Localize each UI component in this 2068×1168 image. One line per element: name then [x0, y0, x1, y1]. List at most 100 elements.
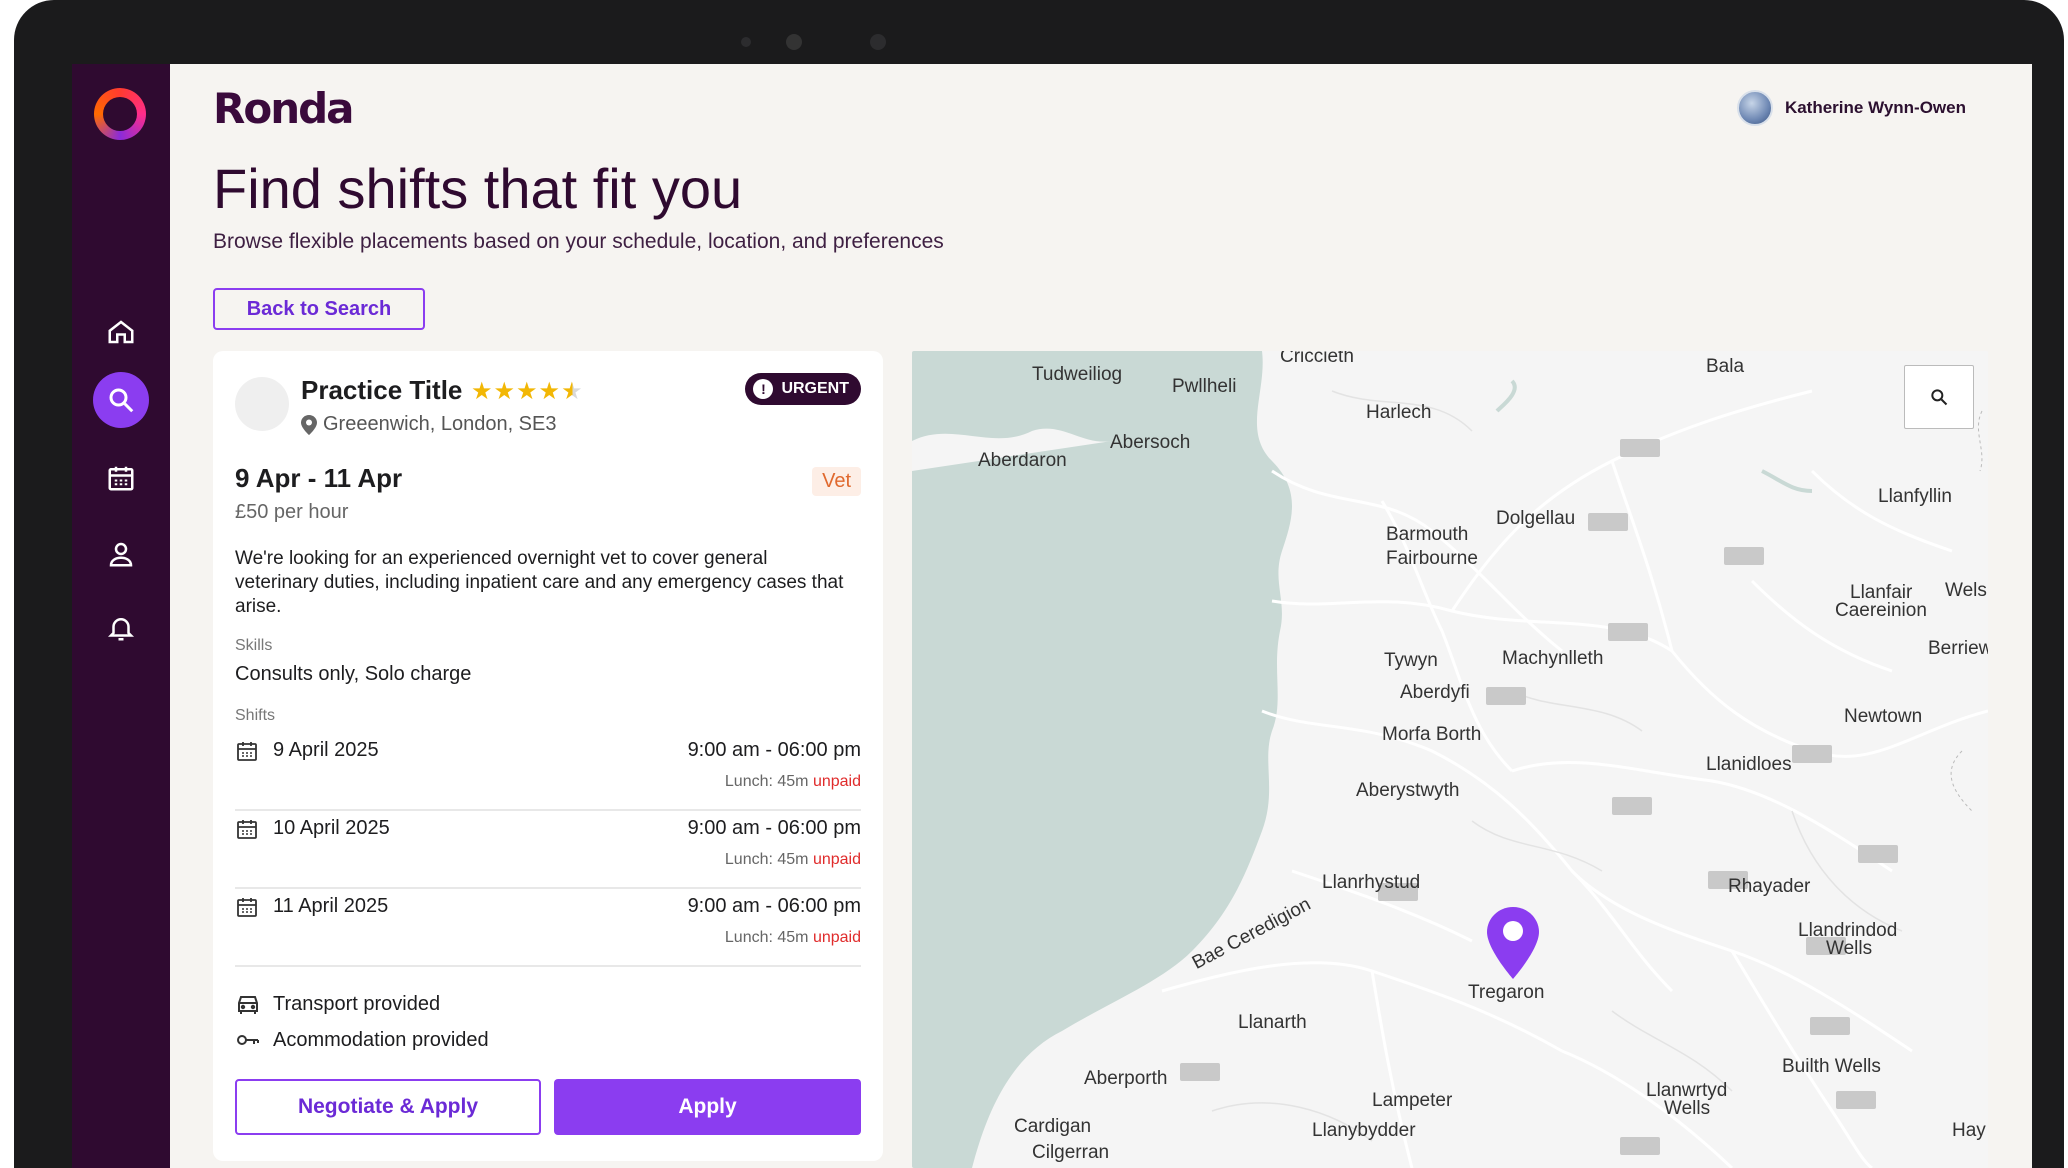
perk-label: Transport provided	[273, 992, 441, 1015]
avatar	[1736, 90, 1773, 126]
map-place-label: Hay	[1952, 1120, 1986, 1141]
road-badge	[1792, 745, 1832, 763]
map-place-label: Wells	[1826, 938, 1873, 959]
lunch-info: Lunch: 45m unpaid	[725, 851, 861, 869]
map-pin-icon[interactable]	[1487, 907, 1539, 979]
person-icon	[109, 542, 133, 567]
map-place-label: Tudweiliog	[1032, 364, 1123, 385]
urgent-label: URGENT	[781, 380, 849, 397]
map-place-label: Llanybydder	[1312, 1120, 1416, 1141]
nav-calendar[interactable]	[93, 450, 149, 506]
shift-description: We're looking for an experienced overnig…	[235, 548, 844, 617]
lunch-status: unpaid	[812, 851, 861, 868]
page-title: Find shifts that fit you	[213, 157, 743, 220]
apply-button[interactable]: Apply	[554, 1079, 861, 1135]
back-to-search-button[interactable]: Back to Search	[213, 288, 425, 330]
map-place-label: Tywyn	[1384, 650, 1438, 671]
map-place-label: Llanrhystud	[1322, 872, 1421, 893]
location-map[interactable]: Criccieth Tudweiliog Pwllheli Bala Harle…	[912, 351, 1988, 1168]
shift-date: 10 April 2025	[273, 817, 390, 839]
road-badge	[1836, 1091, 1876, 1109]
sensor-dot	[741, 37, 751, 47]
lunch-info: Lunch: 45m unpaid	[725, 773, 861, 791]
nav-profile[interactable]	[93, 526, 149, 582]
map-place-label: Harlech	[1366, 402, 1432, 423]
map-place-label: Barmouth	[1386, 524, 1469, 545]
map-search-button[interactable]	[1904, 365, 1974, 429]
shift-row: 9 April 2025 9:00 am - 06:00 pm Lunch: 4…	[235, 735, 861, 811]
shift-time: 9:00 am - 06:00 pm	[687, 817, 861, 839]
map-place-label: Aberporth	[1084, 1068, 1168, 1089]
map-place-label: Llanarth	[1238, 1012, 1307, 1033]
nav-search[interactable]	[93, 372, 149, 428]
star-icon: ★	[493, 378, 517, 405]
search-icon	[109, 388, 134, 413]
map-place-label: Aberdyfi	[1400, 682, 1470, 703]
shift-row: 11 April 2025 9:00 am - 06:00 pm Lunch: …	[235, 891, 861, 967]
road-badge	[1612, 797, 1652, 815]
search-icon	[1931, 389, 1948, 406]
shift-time: 9:00 am - 06:00 pm	[687, 895, 861, 917]
map-place-label: Rhayader	[1728, 876, 1811, 897]
skills-value: Consults only, Solo charge	[235, 663, 472, 685]
camera-lens	[786, 34, 802, 50]
role-tag: Vet	[812, 467, 861, 496]
calendar-icon	[237, 820, 257, 839]
shift-date-range: 9 Apr - 11 Apr	[235, 463, 403, 493]
pay-rate: £50 per hour	[235, 501, 349, 523]
sidebar	[72, 64, 170, 1168]
key-icon	[237, 1035, 259, 1045]
star-icon: ★	[538, 378, 562, 405]
shift-time: 9:00 am - 06:00 pm	[687, 739, 861, 761]
map-place-label: Pwllheli	[1172, 376, 1237, 397]
perk-transport: Transport provided	[235, 991, 440, 1017]
shift-listing-card: Practice Title ★★★★★ Greeenwich, London,…	[213, 351, 883, 1161]
half-star-icon: ★	[561, 378, 584, 405]
practice-location: Greeenwich, London, SE3	[301, 413, 557, 436]
road-badge	[1724, 547, 1764, 565]
map-place-label: Morfa Borth	[1382, 724, 1482, 745]
map-place-label: Caereinion	[1835, 600, 1927, 621]
calendar-icon	[237, 898, 257, 917]
map-place-label: Llanfyllin	[1878, 486, 1952, 507]
urgent-badge: ! URGENT	[745, 373, 861, 405]
calendar-icon	[108, 466, 134, 491]
map-place-label: Lampeter	[1372, 1090, 1453, 1111]
nav-notifications[interactable]	[93, 600, 149, 656]
user-menu[interactable]: Katherine Wynn-Owen	[1736, 90, 1966, 126]
shift-date: 11 April 2025	[273, 895, 389, 917]
practice-logo	[235, 377, 289, 431]
practice-title[interactable]: Practice Title	[301, 375, 462, 406]
road-badge	[1588, 513, 1628, 531]
star-icon: ★	[471, 378, 494, 405]
bell-icon	[107, 618, 135, 641]
location-pin-icon	[301, 414, 317, 435]
map-place-label: Berriew	[1928, 638, 1988, 659]
map-place-label: Aberystwyth	[1356, 780, 1460, 801]
map-place-label: Dolgellau	[1496, 508, 1576, 529]
road-badge	[1620, 439, 1660, 457]
nav-home[interactable]	[93, 304, 149, 360]
rating-stars: ★★★★★	[471, 377, 584, 406]
map-place-label: Wells	[1664, 1098, 1711, 1119]
location-text: Greeenwich, London, SE3	[323, 413, 557, 435]
device-frame: Ronda Katherine Wynn-Owen Find shifts th…	[14, 0, 2064, 1168]
perk-accommodation: Acommodation provided	[235, 1027, 489, 1053]
perk-label: Acommodation provided	[273, 1028, 489, 1051]
map-place-label: Abersoch	[1110, 432, 1191, 453]
calendar-icon	[237, 742, 257, 761]
shift-row: 10 April 2025 9:00 am - 06:00 pm Lunch: …	[235, 813, 861, 889]
sensor-dot	[870, 34, 886, 50]
star-icon: ★	[516, 378, 539, 405]
road-badge	[1810, 1017, 1850, 1035]
brand-logo: Ronda	[213, 84, 355, 133]
road-badge	[1180, 1063, 1220, 1081]
map-place-label: Criccieth	[1280, 351, 1354, 367]
negotiate-apply-button[interactable]: Negotiate & Apply	[235, 1079, 541, 1135]
main-content: Ronda Katherine Wynn-Owen Find shifts th…	[170, 64, 2032, 1168]
car-icon	[238, 996, 258, 1014]
road-badge	[1858, 845, 1898, 863]
app-logo-icon[interactable]	[94, 88, 146, 140]
lunch-duration: Lunch: 45m	[724, 851, 809, 868]
map-place-label: Cilgerran	[1032, 1142, 1110, 1163]
